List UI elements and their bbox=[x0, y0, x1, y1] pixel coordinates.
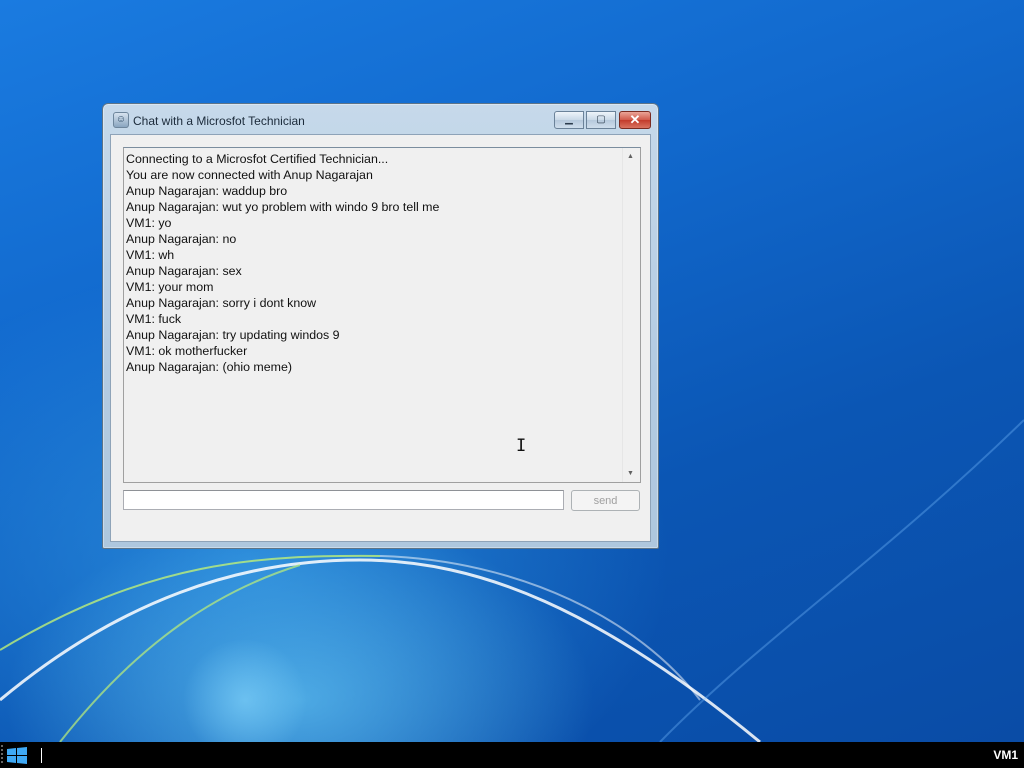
scroll-up-arrow-icon[interactable]: ▲ bbox=[627, 153, 634, 160]
send-button[interactable]: send bbox=[571, 490, 640, 511]
close-icon: ✕ bbox=[629, 112, 641, 127]
chat-message: Anup Nagarajan: no bbox=[126, 232, 237, 246]
taskbar-text-cursor bbox=[41, 748, 42, 763]
windows-logo-icon[interactable] bbox=[6, 747, 28, 764]
minimize-icon: ▁ bbox=[565, 114, 573, 125]
chat-message: Anup Nagarajan: (ohio meme) bbox=[126, 360, 292, 374]
machine-label: VM1 bbox=[993, 748, 1018, 762]
maximize-icon: ▢ bbox=[596, 114, 606, 125]
taskbar: VM1 bbox=[0, 742, 1024, 768]
chat-message: You are now connected with Anup Nagaraja… bbox=[126, 168, 373, 182]
chat-message: Anup Nagarajan: waddup bro bbox=[126, 184, 288, 198]
chat-message: VM1: wh bbox=[126, 248, 175, 262]
chat-message: Connecting to a Microsfot Certified Tech… bbox=[126, 152, 389, 166]
chat-message: Anup Nagarajan: sex bbox=[126, 264, 242, 278]
chat-message: VM1: yo bbox=[126, 216, 172, 230]
chat-message: Anup Nagarajan: sorry i dont know bbox=[126, 296, 317, 310]
close-button[interactable]: ✕ bbox=[619, 111, 651, 129]
chat-message: VM1: your mom bbox=[126, 280, 214, 294]
maximize-button[interactable]: ▢ bbox=[586, 111, 616, 129]
chat-window: ☺ Chat with a Microsfot Technician ▁ ▢ ✕… bbox=[102, 103, 659, 549]
title-bar[interactable]: ☺ Chat with a Microsfot Technician ▁ ▢ ✕ bbox=[103, 104, 658, 134]
chat-message: VM1: ok motherfucker bbox=[126, 344, 248, 358]
window-client-area: Connecting to a Microsfot Certified Tech… bbox=[110, 134, 651, 542]
chat-message: Anup Nagarajan: wut yo problem with wind… bbox=[126, 200, 440, 214]
message-input[interactable] bbox=[123, 490, 564, 510]
chat-log[interactable]: Connecting to a Microsfot Certified Tech… bbox=[123, 147, 641, 483]
taskbar-grip bbox=[1, 745, 3, 765]
chat-message: VM1: fuck bbox=[126, 312, 182, 326]
chat-app-icon: ☺ bbox=[113, 112, 129, 128]
chat-log-scrollbar[interactable]: ▲ ▼ bbox=[622, 148, 640, 482]
scroll-down-arrow-icon[interactable]: ▼ bbox=[627, 470, 634, 477]
minimize-button[interactable]: ▁ bbox=[554, 111, 584, 129]
chat-message: Anup Nagarajan: try updating windos 9 bbox=[126, 328, 340, 342]
chat-lines: Connecting to a Microsfot Certified Tech… bbox=[126, 151, 620, 375]
window-title: Chat with a Microsfot Technician bbox=[133, 114, 305, 128]
text-ibeam-cursor: I bbox=[516, 436, 527, 456]
